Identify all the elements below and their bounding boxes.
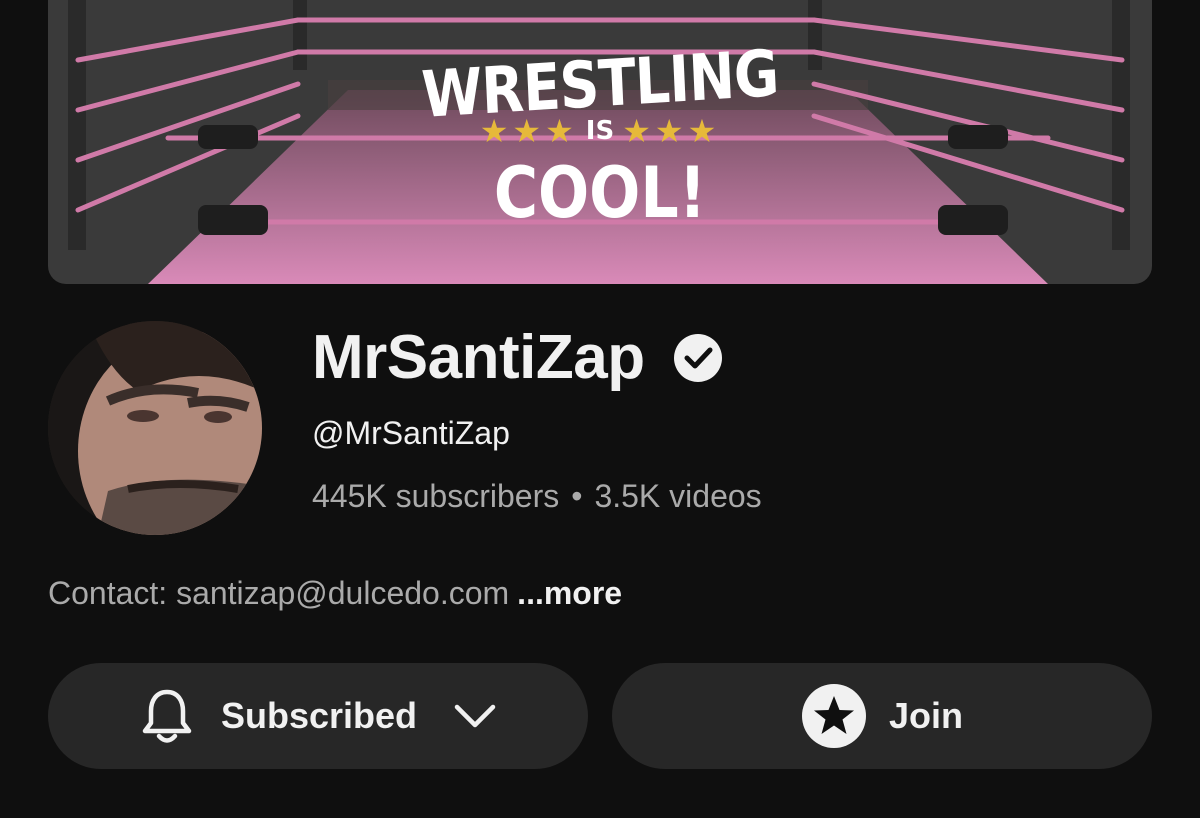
stats-separator: •: [571, 478, 583, 514]
subscribed-label: Subscribed: [220, 695, 418, 736]
channel-avatar[interactable]: [48, 321, 262, 535]
channel-banner: WRESTLING ★★★ IS ★★★ COOL!: [48, 0, 1152, 284]
join-button[interactable]: Join: [612, 663, 1152, 769]
channel-handle: @MrSantiZap: [312, 415, 510, 451]
join-label: Join: [888, 695, 963, 736]
subscribed-button[interactable]: Subscribed: [48, 663, 588, 769]
channel-name-row: MrSantiZap: [312, 322, 723, 394]
star-circle-icon: [801, 683, 867, 749]
description-text: Contact: santizap@dulcedo.com: [48, 575, 510, 611]
subscriber-count: 445K subscribers: [312, 478, 560, 514]
video-count: 3.5K videos: [594, 478, 762, 514]
channel-stats: 445K subscribers • 3.5K videos: [312, 478, 762, 515]
channel-page: WRESTLING ★★★ IS ★★★ COOL! MrSantiZap @M…: [0, 0, 1200, 818]
bell-icon: [139, 687, 195, 745]
channel-name: MrSantiZap: [312, 323, 645, 392]
chevron-down-icon: [453, 702, 497, 730]
channel-description[interactable]: Contact: santizap@dulcedo.com ...more: [48, 575, 622, 612]
wrestling-ring-image: [48, 0, 1152, 284]
avatar-photo: [48, 321, 262, 535]
more-link[interactable]: ...more: [517, 575, 622, 611]
verified-check-icon: [673, 333, 723, 383]
